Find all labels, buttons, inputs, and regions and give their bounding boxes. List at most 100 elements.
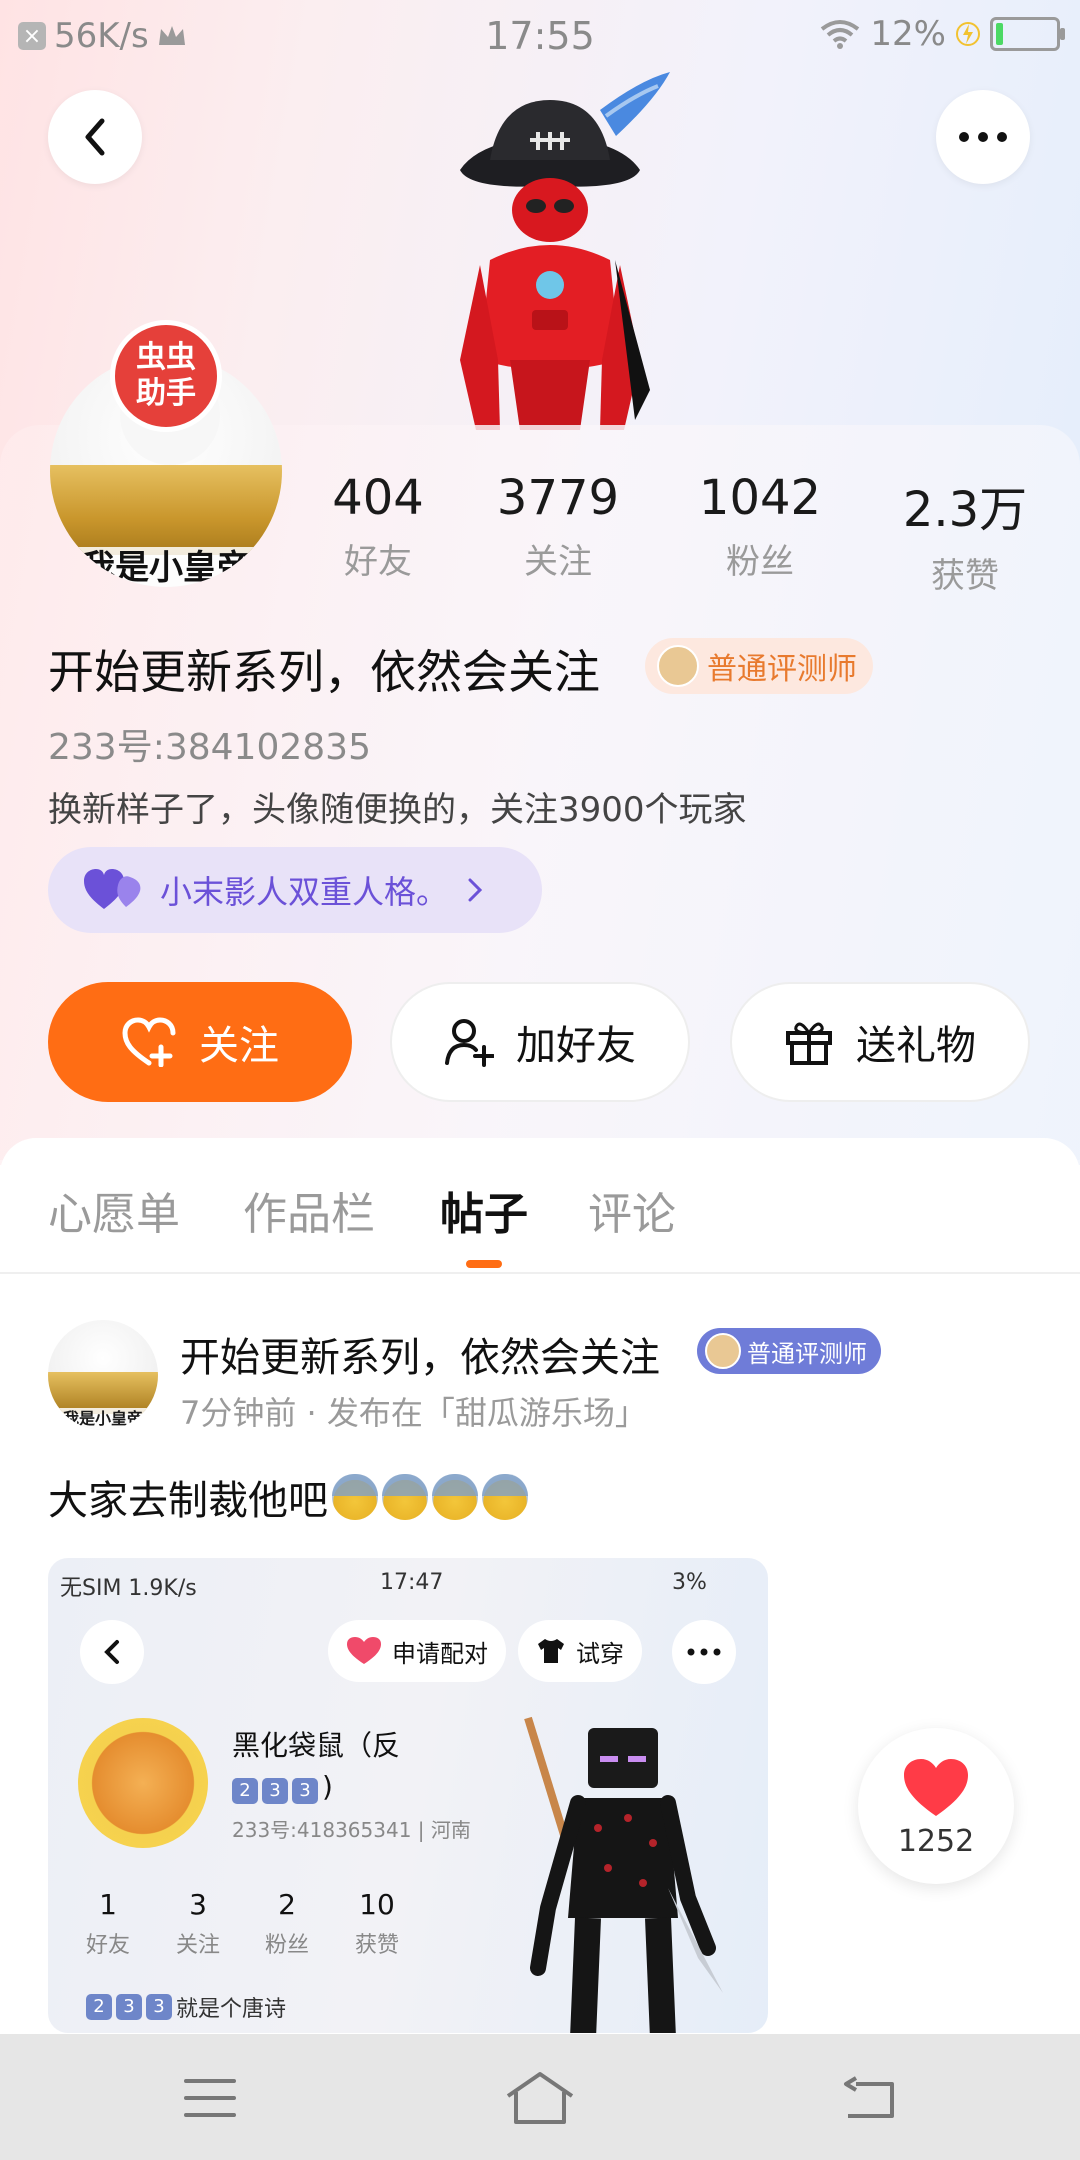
add-friend-button[interactable]: 加好友 bbox=[390, 982, 690, 1102]
embedded-match-label: 申请配对 bbox=[392, 1639, 488, 1668]
reviewer-tag-label: 普通评测师 bbox=[707, 652, 857, 687]
embedded-avatar bbox=[78, 1718, 208, 1848]
embedded-location: 河南 bbox=[430, 1818, 471, 1842]
embedded-stat-label: 粉丝 bbox=[264, 1933, 309, 1958]
embedded-uid-text: 233号:418365341 bbox=[232, 1818, 412, 1842]
embedded-stat-label: 好友 bbox=[85, 1933, 130, 1958]
profile-tabs: 心愿单 作品栏 帖子 评论 bbox=[0, 1138, 1080, 1274]
sweat-emoji-icon bbox=[482, 1474, 528, 1520]
home-icon[interactable] bbox=[504, 2070, 576, 2126]
back-nav-icon[interactable] bbox=[842, 2076, 896, 2120]
embedded-stat-value: 3 bbox=[189, 1888, 207, 1921]
embedded-heart-icon bbox=[347, 1637, 381, 1664]
stat-label: 好友 bbox=[344, 542, 412, 582]
embedded-try-label: 试穿 bbox=[576, 1639, 624, 1668]
post-text-content: 大家去制裁他吧 bbox=[48, 1478, 328, 1524]
stat-value: 404 bbox=[332, 470, 424, 526]
embedded-num-badge: 3 bbox=[292, 1778, 318, 1804]
heart-plus-icon bbox=[122, 1017, 176, 1067]
embedded-stat-value: 10 bbox=[359, 1888, 395, 1921]
battery-icon bbox=[990, 17, 1065, 51]
send-gift-label: 送礼物 bbox=[856, 1023, 976, 1069]
post-meta[interactable]: 7分钟前 · 发布在「甜瓜游乐场」 bbox=[180, 1388, 647, 1434]
stat-friends[interactable]: 404 好友 bbox=[298, 470, 458, 583]
embedded-stat: 3 关注 bbox=[158, 1888, 238, 1959]
stat-fans[interactable]: 1042 粉丝 bbox=[680, 470, 840, 583]
add-user-icon bbox=[445, 1019, 494, 1067]
send-gift-button[interactable]: 送礼物 bbox=[730, 982, 1030, 1102]
embedded-more-icon bbox=[672, 1620, 736, 1684]
embedded-name-line2: 2 3 3) bbox=[232, 1770, 400, 1804]
post-image[interactable]: 无SIM 1.9K/s 17:47 3% 申请配对 试穿 黑化袋鼠（反 2 3 3)… bbox=[48, 1558, 768, 2033]
stat-likes[interactable]: 2.3万 获赞 bbox=[885, 470, 1045, 597]
helper-badge: 虫虫 助手 bbox=[110, 320, 222, 432]
chevron-right-icon bbox=[468, 878, 483, 902]
follow-button-label: 关注 bbox=[199, 1023, 279, 1069]
sweat-emoji-icon bbox=[332, 1474, 378, 1520]
wifi-icon bbox=[821, 20, 860, 49]
relation-pill[interactable]: 小末影人双重人格。 bbox=[48, 847, 542, 933]
profile-name: 开始更新系列，依然会关注 bbox=[48, 645, 600, 699]
embedded-stat-value: 2 bbox=[278, 1888, 296, 1921]
add-friend-label: 加好友 bbox=[516, 1023, 636, 1069]
post-author-name[interactable]: 开始更新系列，依然会关注 bbox=[180, 1325, 660, 1383]
system-navigation-bar bbox=[0, 2034, 1080, 2160]
tab-posts[interactable]: 帖子 bbox=[440, 1178, 528, 1242]
battery-percent: 12% bbox=[870, 14, 946, 54]
reviewer-avatar-icon bbox=[657, 645, 699, 687]
menu-icon[interactable] bbox=[184, 2078, 236, 2118]
post-reviewer-tag-label: 普通评测师 bbox=[747, 1339, 867, 1368]
tab-works[interactable]: 作品栏 bbox=[243, 1178, 375, 1242]
embedded-stat-value: 1 bbox=[99, 1888, 117, 1921]
active-tab-indicator bbox=[466, 1260, 502, 1268]
embedded-back-icon bbox=[80, 1620, 144, 1684]
embedded-stat-label: 关注 bbox=[175, 1933, 220, 1958]
embedded-num-badge: 2 bbox=[86, 1994, 112, 2020]
stat-value: 3779 bbox=[496, 470, 620, 526]
relation-pill-label: 小末影人双重人格。 bbox=[160, 873, 449, 911]
embedded-match-button: 申请配对 bbox=[328, 1620, 506, 1682]
post-avatar-caption: 我是小皇帝 bbox=[48, 1408, 158, 1430]
character-avatar-figure bbox=[460, 72, 670, 430]
heart-icon bbox=[904, 1759, 968, 1816]
enderman-character-figure bbox=[524, 1716, 723, 2033]
more-button[interactable] bbox=[936, 90, 1030, 184]
double-heart-icon bbox=[84, 869, 141, 909]
gift-icon bbox=[786, 1022, 832, 1065]
helper-badge-label: 虫虫 助手 bbox=[136, 340, 196, 411]
stat-label: 关注 bbox=[524, 542, 592, 582]
reviewer-tag[interactable]: 普通评测师 bbox=[645, 638, 873, 694]
embedded-shirt-icon bbox=[538, 1639, 564, 1663]
tab-comments[interactable]: 评论 bbox=[588, 1178, 676, 1242]
embedded-try-button: 试穿 bbox=[518, 1620, 642, 1682]
embedded-status-time: 17:47 bbox=[380, 1570, 444, 1595]
embedded-status-battery: 3% bbox=[672, 1570, 707, 1595]
tab-wishlist[interactable]: 心愿单 bbox=[48, 1178, 180, 1242]
like-count: 1252 bbox=[897, 1824, 975, 1859]
embedded-num-badge: 2 bbox=[232, 1778, 258, 1804]
sweat-emoji-icon bbox=[382, 1474, 428, 1520]
embedded-status-left: 无SIM 1.9K/s bbox=[60, 1576, 197, 1601]
stat-following[interactable]: 3779 关注 bbox=[478, 470, 638, 583]
embedded-bio: 233 就是个唐诗 bbox=[86, 1991, 286, 2023]
stat-value: 1042 bbox=[698, 470, 822, 526]
embedded-uid: 233号:418365341 | 河南 bbox=[232, 1818, 471, 1842]
post-reviewer-tag[interactable]: 普通评测师 bbox=[697, 1328, 881, 1374]
stat-label: 粉丝 bbox=[726, 542, 794, 582]
profile-bio: 换新样子了，头像随便换的，关注3900个玩家 bbox=[48, 790, 747, 830]
embedded-stat-label: 获赞 bbox=[354, 1933, 399, 1958]
reviewer-avatar-icon bbox=[705, 1333, 741, 1369]
post-author-avatar[interactable]: 我是小皇帝 bbox=[48, 1320, 158, 1430]
embedded-num-badge: 3 bbox=[116, 1994, 142, 2020]
avatar-caption: 我是小皇帝 bbox=[50, 547, 282, 587]
follow-button[interactable]: 关注 bbox=[48, 982, 352, 1102]
embedded-stat: 10 获赞 bbox=[337, 1888, 417, 1959]
user-id: 233号:384102835 bbox=[48, 727, 371, 768]
like-button[interactable]: 1252 bbox=[858, 1728, 1014, 1884]
chevron-left-icon bbox=[85, 118, 105, 156]
embedded-stat: 1 好友 bbox=[68, 1888, 148, 1959]
stat-value: 2.3万 bbox=[902, 482, 1028, 538]
charging-icon bbox=[956, 22, 980, 46]
back-button[interactable] bbox=[48, 90, 142, 184]
embedded-stat: 2 粉丝 bbox=[247, 1888, 327, 1959]
